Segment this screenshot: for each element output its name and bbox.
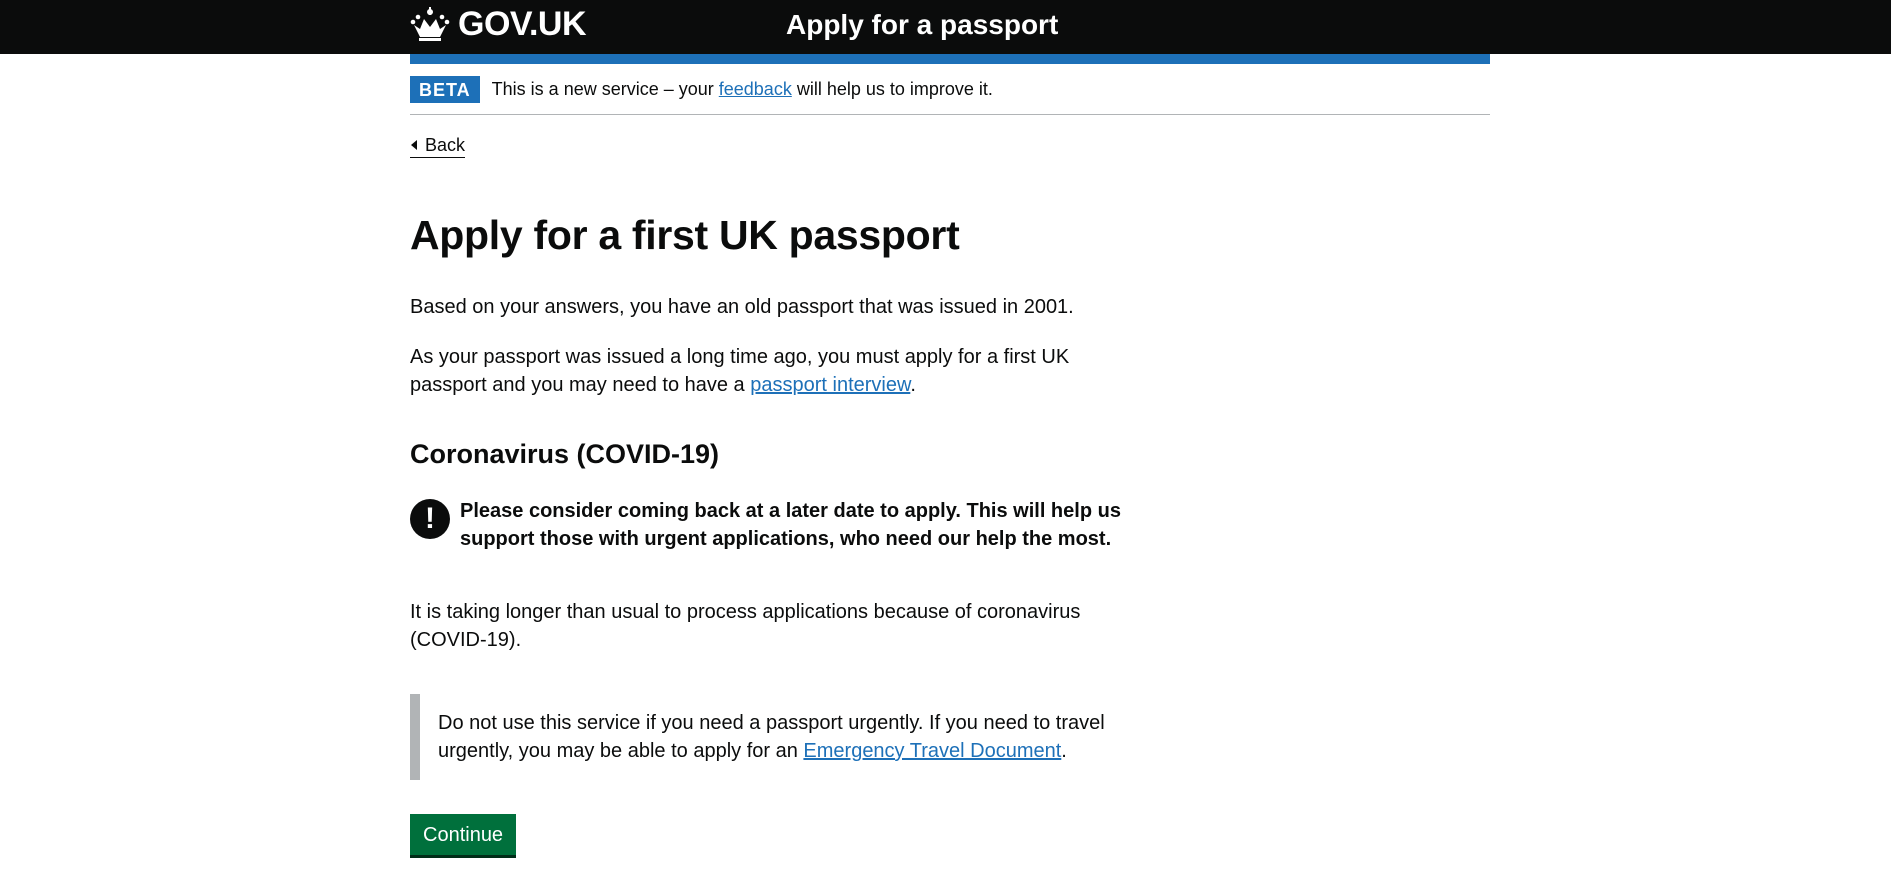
govuk-logo-link[interactable]: GOV.UK (410, 5, 587, 43)
warning-icon: ! (410, 499, 450, 539)
emergency-travel-document-link[interactable]: Emergency Travel Document (803, 740, 1061, 762)
interview-text-before: As your passport was issued a long time … (410, 346, 1070, 396)
urgent-inset-text: Do not use this service if you need a pa… (410, 694, 1118, 780)
back-chevron-icon (411, 140, 417, 150)
service-name-link[interactable]: Apply for a passport (786, 8, 1058, 42)
back-link-label: Back (425, 135, 466, 155)
phase-banner: BETA This is a new service – your feedba… (410, 64, 1490, 115)
feedback-link[interactable]: feedback (719, 79, 792, 99)
warning-text-block: ! Please consider coming back at a later… (410, 497, 1130, 553)
back-link[interactable]: Back (410, 133, 466, 158)
continue-button[interactable]: Continue (410, 814, 517, 855)
warning-message: Please consider coming back at a later d… (460, 500, 1121, 550)
phase-text-after: will help us to improve it. (791, 79, 993, 99)
processing-delay-paragraph: It is taking longer than usual to proces… (410, 601, 1081, 651)
answers-paragraph: Based on your answers, you have an old p… (410, 296, 1074, 318)
phase-tag: BETA (410, 75, 480, 103)
header-blue-bar (410, 54, 1490, 64)
passport-interview-link[interactable]: passport interview (750, 374, 910, 396)
site-header: GOV.UK Apply for a passport (0, 0, 1891, 54)
page-title: Apply for a first UK passport (410, 212, 960, 258)
covid-heading: Coronavirus (COVID-19) (410, 439, 720, 469)
interview-paragraph: As your passport was issued a long time … (410, 343, 1130, 399)
crown-icon (410, 7, 450, 41)
inset-paragraph: Do not use this service if you need a pa… (438, 709, 1118, 765)
logo-text: GOV.UK (458, 5, 587, 43)
phase-text-before: This is a new service – your (491, 79, 719, 99)
inset-text-after: . (1061, 740, 1067, 762)
phase-banner-text: This is a new service – your feedback wi… (492, 77, 993, 101)
interview-text-after: . (910, 374, 916, 396)
main-content: Apply for a first UK passport Based on y… (410, 210, 1130, 855)
